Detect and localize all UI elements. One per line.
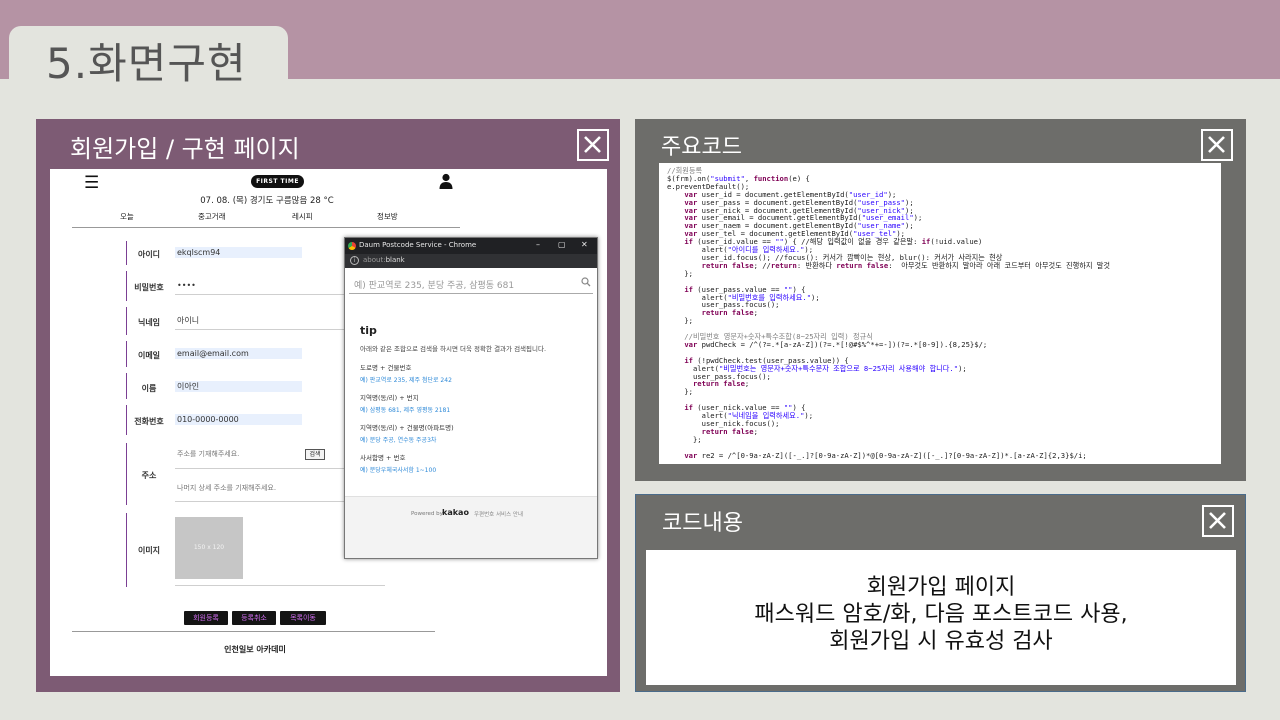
popup-url: about:blank [363,256,405,264]
description-line: 회원가입 페이지 [866,575,1016,600]
nick-input[interactable]: 아이니 [175,315,302,326]
tip-example[interactable]: 예) 판교역로 235, 제주 첨단로 242 [360,375,452,384]
close-icon[interactable] [577,129,609,161]
address-input[interactable]: 주소를 기재해주세요. [175,449,302,460]
signup-panel-title: 회원가입 / 구현 페이지 [70,135,300,163]
code-text: //회원등록 $(frm).on("submit", function(e) {… [667,167,1221,460]
code-line: var pwdCheck = /^(?=.*[a-zA-Z])(?=.*[!@#… [684,339,988,349]
code-line: }; [667,316,693,326]
pw-label: 비밀번호 [134,283,164,292]
email-label: 이메일 [137,351,161,360]
id-label: 아이디 [137,250,161,259]
close-window-icon[interactable]: ✕ [581,240,588,249]
description-line: 패스워드 암호/화, 다음 포스트코드 사용, [754,602,1128,627]
code-line: return false; //return: 반환하다 return fals… [701,260,1111,270]
site-footer: 인천일보 아카데미 [224,645,286,654]
close-icon[interactable] [1202,505,1234,537]
nick-label: 닉네임 [137,318,161,327]
tel-input[interactable]: 010-0000-0000 [175,414,302,425]
description-box: 회원가입 페이지 패스워드 암호/화, 다음 포스트코드 사용, 회원가입 시 … [646,550,1236,685]
postcode-search-input[interactable]: 예) 판교역로 235, 분당 주공, 삼평동 681 [349,272,593,294]
signup-panel: 회원가입 / 구현 페이지 ☰ FIRST TIME 07. 08. (목) 경… [36,119,620,692]
nav-recipe[interactable]: 레시피 [292,211,313,222]
tip-label: 지역명(동/리) + 건물명(아파트명) [360,424,454,432]
description-panel: 코드내용 회원가입 페이지 패스워드 암호/화, 다음 포스트코드 사용, 회원… [635,494,1246,692]
id-input[interactable]: ekqlscm94 [175,247,302,258]
tip-example[interactable]: 예) 삼평동 681, 제주 영평동 2181 [360,405,450,414]
register-button[interactable]: 회원등록 [184,611,228,625]
hamburger-menu-icon[interactable]: ☰ [84,173,99,193]
code-line: }; [667,268,693,278]
code-listing: //회원등록 $(frm).on("submit", function(e) {… [659,163,1221,464]
powered-by: Powered by [411,511,443,517]
code-panel: 주요코드 //회원등록 $(frm).on("submit", function… [635,119,1246,481]
email-input[interactable]: email@email.com [175,348,302,359]
image-placeholder[interactable]: 150 x 120 [175,517,243,579]
name-label: 이름 [141,384,157,393]
search-icon[interactable] [581,277,591,287]
tip-example[interactable]: 예) 분당우체국사서함 1~100 [360,465,436,474]
popup-footer: Powered by kakao 우편번호 서비스 안내 [345,496,597,558]
maximize-icon[interactable]: ▢ [558,240,566,249]
chrome-icon [348,242,356,250]
nav-used-trade[interactable]: 중고거래 [198,211,226,222]
cancel-button[interactable]: 등록취소 [232,611,276,625]
slide-title: 5.화면구현 [46,39,247,88]
description-line: 회원가입 시 유효성 검사 [829,629,1053,654]
tip-example[interactable]: 예) 분당 주공, 연수동 주공3차 [360,435,436,444]
pw-input[interactable]: •••• [175,280,302,291]
minimize-icon[interactable]: – [536,240,540,249]
popup-address-bar[interactable]: i about:blank [345,254,597,268]
code-panel-title: 주요코드 [661,135,742,160]
code-line: var re2 = /^[0-9a-zA-Z]([-_.]?[0-9a-zA-Z… [684,450,1087,460]
postcode-search-placeholder: 예) 판교역로 235, 분당 주공, 삼평동 681 [354,281,515,291]
nav-divider [72,227,460,228]
image-label: 이미지 [137,546,161,555]
name-input[interactable]: 이아인 [175,381,302,392]
nav-info[interactable]: 정보방 [377,211,398,222]
tip-label: 지역명(동/리) + 번지 [360,394,419,402]
popup-titlebar[interactable]: Daum Postcode Service - Chrome – ▢ ✕ [345,238,597,254]
tip-label: 도로명 + 건물번호 [360,364,412,372]
code-line: }; [667,387,693,397]
image-underline [175,585,385,586]
code-line: }; [667,434,702,444]
footer-divider [72,631,435,632]
close-icon[interactable] [1201,129,1233,161]
tip-description: 아래와 같은 조합으로 검색을 하시면 더욱 정확한 결과가 검색됩니다. [360,345,547,353]
address-label: 주소 [141,471,157,480]
address-search-button[interactable]: 검색 [305,449,325,460]
postcode-popup-window: Daum Postcode Service - Chrome – ▢ ✕ i a… [344,237,598,559]
weather-text: 07. 08. (목) 경기도 구름많음 28 °C [200,196,334,206]
tip-heading: tip [360,324,377,337]
site-nav: 오늘 중고거래 레시피 정보방 [50,211,470,223]
description-panel-title: 코드내용 [662,511,743,536]
info-icon: i [350,256,359,265]
tip-label: 사서함명 + 번호 [360,454,406,462]
kakao-logo[interactable]: kakao [442,508,469,517]
list-button[interactable]: 목록이동 [280,611,326,625]
tel-label: 전화번호 [134,417,164,426]
address-detail-input[interactable]: 나머지 상세 주소를 기재해주세요. [175,483,355,494]
nav-today[interactable]: 오늘 [120,211,134,222]
site-logo[interactable]: FIRST TIME [251,175,304,188]
user-icon[interactable] [439,173,453,189]
signup-page-screenshot: ☰ FIRST TIME 07. 08. (목) 경기도 구름많음 28 °C … [50,169,607,676]
postcode-guide-link[interactable]: 우편번호 서비스 안내 [474,510,523,518]
popup-title: Daum Postcode Service - Chrome [359,241,477,249]
